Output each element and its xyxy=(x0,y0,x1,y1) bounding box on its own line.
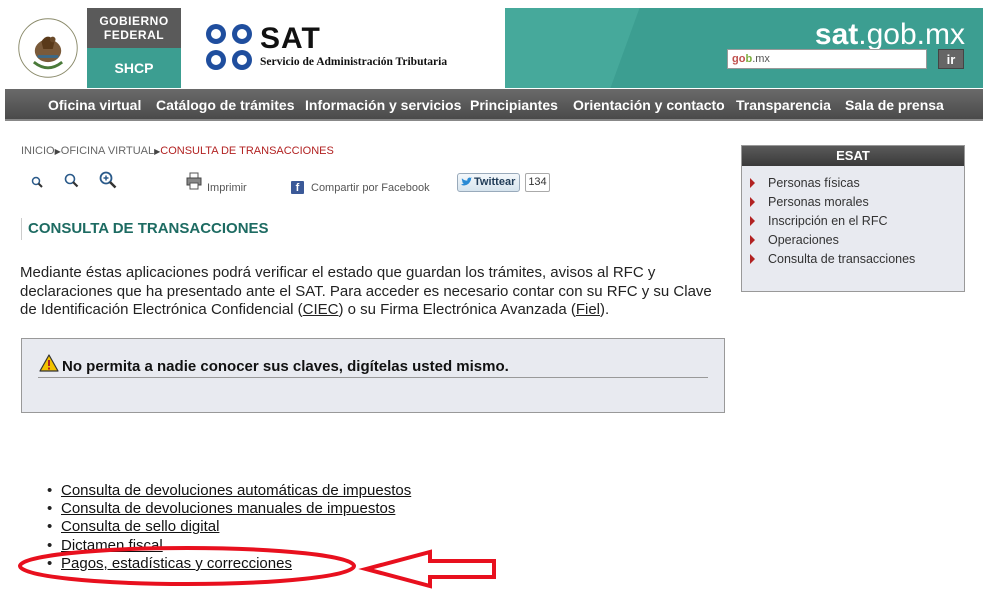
sat-logo[interactable]: SAT Servicio de Administración Tributari… xyxy=(200,20,500,80)
gobierno-federal-logo[interactable]: GOBIERNO FEDERAL xyxy=(87,8,181,48)
arrow-icon xyxy=(750,178,755,188)
list-item: • Dictamen fiscal xyxy=(47,537,411,555)
breadcrumb-oficina-virtual[interactable]: OFICINA VIRTUAL xyxy=(61,145,154,157)
search-input[interactable]: gob.mx xyxy=(727,49,927,69)
arrow-icon xyxy=(750,254,755,264)
arrow-icon xyxy=(750,197,755,207)
sat-logo-text: SAT xyxy=(260,22,321,55)
list-item: • Consulta de devoluciones automáticas de… xyxy=(47,482,411,500)
bullet: • xyxy=(47,536,53,554)
header-banner: sat.gob.mx xyxy=(505,8,983,88)
facebook-icon[interactable]: f xyxy=(291,181,304,194)
esat-list: Personas físicas Personas morales Inscri… xyxy=(742,166,964,269)
fiel-link[interactable]: Fiel xyxy=(576,301,600,318)
main-nav: Oficina virtual Catálogo de trámites Inf… xyxy=(5,89,983,121)
twitter-bird-icon xyxy=(461,177,472,186)
nav-sala-prensa[interactable]: Sala de prensa xyxy=(845,89,944,121)
esat-item-label: Personas morales xyxy=(768,195,869,209)
gobierno-line1: GOBIERNO xyxy=(99,14,169,28)
esat-item-inscripcion-rfc[interactable]: Inscripción en el RFC xyxy=(750,212,964,231)
banner-stripe xyxy=(505,8,640,88)
link-devoluciones-manuales[interactable]: Consulta de devoluciones manuales de imp… xyxy=(61,500,395,517)
bullet: • xyxy=(47,554,53,572)
mexico-coat-of-arms-logo[interactable] xyxy=(15,15,81,81)
intro-paragraph: Mediante éstas aplicaciones podrá verifi… xyxy=(20,264,725,320)
nav-orientacion-contacto[interactable]: Orientación y contacto xyxy=(573,89,725,121)
consulta-links-list: • Consulta de devoluciones automáticas de… xyxy=(47,482,411,573)
link-pagos-estadisticas[interactable]: Pagos, estadísticas y correcciones xyxy=(61,555,292,572)
warning-box: No permita a nadie conocer sus claves, d… xyxy=(21,338,725,413)
nav-transparencia[interactable]: Transparencia xyxy=(736,89,831,121)
esat-item-label: Operaciones xyxy=(768,233,839,247)
esat-item-label: Inscripción en el RFC xyxy=(768,214,888,228)
esat-item-label: Consulta de transacciones xyxy=(768,252,916,266)
print-link[interactable]: Imprimir xyxy=(207,182,247,194)
link-dictamen-fiscal[interactable]: Dictamen fiscal xyxy=(61,537,163,554)
gobierno-line2: FEDERAL xyxy=(103,28,165,42)
bullet: • xyxy=(47,500,53,518)
bullet: • xyxy=(47,518,53,536)
search-prefix-a: go xyxy=(732,53,746,65)
nav-informacion-servicios[interactable]: Información y servicios xyxy=(305,89,461,121)
list-item: • Pagos, estadísticas y correcciones xyxy=(47,555,411,573)
site-name: sat.gob.mx xyxy=(815,18,965,52)
arrow-icon xyxy=(750,216,755,226)
search-suffix: .mx xyxy=(752,53,770,65)
warning-divider xyxy=(38,377,708,378)
esat-title: ESAT xyxy=(742,146,964,166)
facebook-share-link[interactable]: Compartir por Facebook xyxy=(311,182,430,194)
esat-item-personas-fisicas[interactable]: Personas físicas xyxy=(750,174,964,193)
breadcrumb-inicio[interactable]: INICIO xyxy=(21,145,55,157)
nav-catalogo-tramites[interactable]: Catálogo de trámites xyxy=(156,89,294,121)
sat-subtitle: Servicio de Administración Tributaria xyxy=(260,56,448,68)
zoom-reset-icon[interactable] xyxy=(30,175,44,191)
bullet: • xyxy=(47,482,53,499)
shcp-logo[interactable]: SHCP xyxy=(87,48,181,88)
search-button[interactable]: ir xyxy=(938,49,964,69)
printer-icon[interactable] xyxy=(186,172,202,190)
list-item: • Consulta de devoluciones manuales de im… xyxy=(47,500,411,518)
esat-item-operaciones[interactable]: Operaciones xyxy=(750,231,964,250)
esat-item-label: Personas físicas xyxy=(768,176,860,190)
nav-principiantes[interactable]: Principiantes xyxy=(470,89,558,121)
warning-icon xyxy=(39,354,59,372)
site-name-bold: sat xyxy=(814,18,859,51)
site-name-rest: .gob.mx xyxy=(858,18,965,51)
twitter-button[interactable]: Twittear xyxy=(457,173,520,192)
arrow-icon xyxy=(750,235,755,245)
ciec-link[interactable]: CIEC xyxy=(303,301,339,318)
breadcrumb-current: CONSULTA DE TRANSACCIONES xyxy=(160,145,334,157)
esat-item-personas-morales[interactable]: Personas morales xyxy=(750,193,964,212)
sat-logo-dots-icon xyxy=(206,24,252,70)
zoom-out-icon[interactable] xyxy=(63,172,79,190)
twitter-count: 134 xyxy=(525,173,550,192)
twitter-button-label: Twittear xyxy=(474,176,516,188)
breadcrumb: INICIO▶OFICINA VIRTUAL▶CONSULTA DE TRANS… xyxy=(21,145,334,157)
intro-text-middle: ) o su Firma Electrónica Avanzada ( xyxy=(338,301,576,318)
esat-item-consulta-transacciones[interactable]: Consulta de transacciones xyxy=(750,250,964,269)
nav-oficina-virtual[interactable]: Oficina virtual xyxy=(48,89,141,121)
list-item: • Consulta de sello digital xyxy=(47,518,411,536)
zoom-in-icon[interactable] xyxy=(98,170,118,190)
esat-panel: ESAT Personas físicas Personas morales I… xyxy=(741,145,965,292)
intro-text-end: ). xyxy=(600,301,610,318)
link-devoluciones-automaticas[interactable]: Consulta de devoluciones automáticas de … xyxy=(61,482,411,499)
link-sello-digital[interactable]: Consulta de sello digital xyxy=(61,518,219,535)
page-title: CONSULTA DE TRANSACCIONES xyxy=(21,218,269,240)
warning-text: No permita a nadie conocer sus claves, d… xyxy=(62,358,509,375)
